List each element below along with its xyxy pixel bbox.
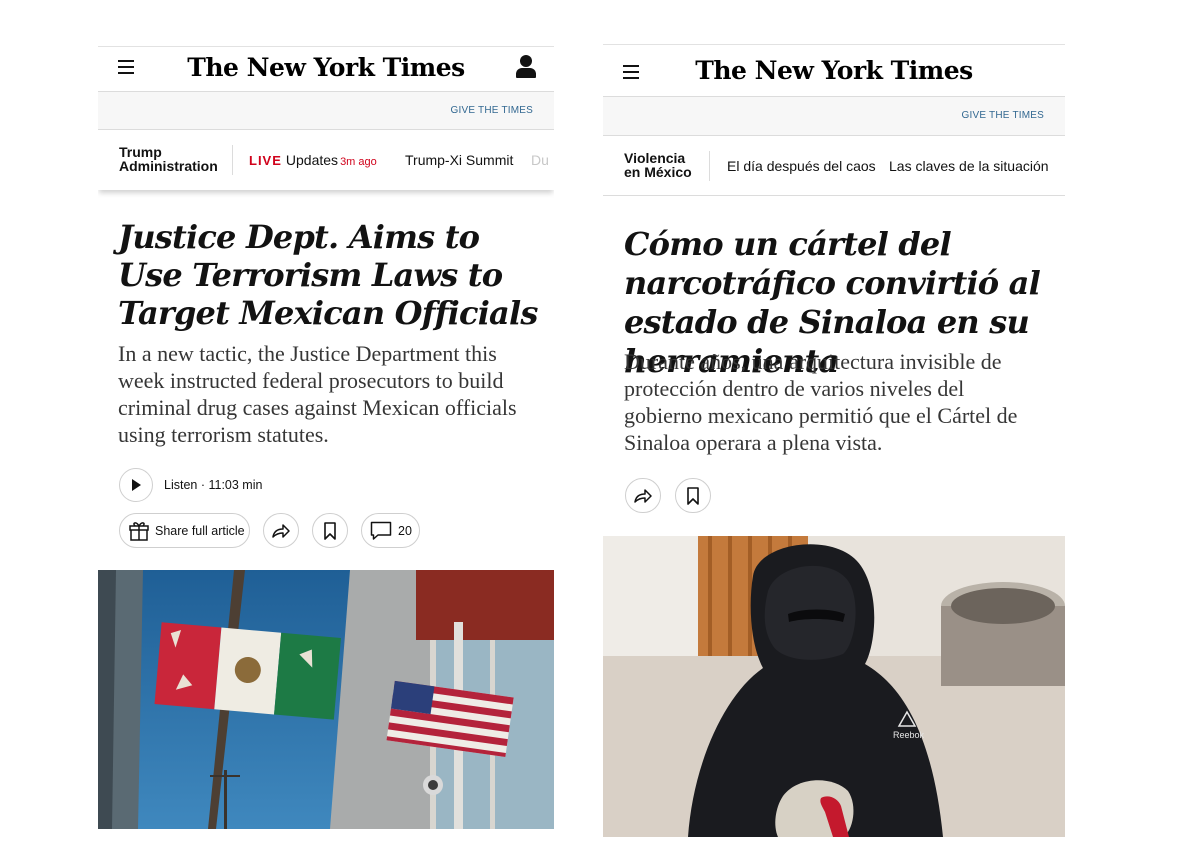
share-button[interactable] xyxy=(625,478,661,513)
bookmark-icon xyxy=(324,521,336,540)
section-label-line2: en México xyxy=(624,164,692,180)
section-label-line1: Violencia xyxy=(624,150,686,166)
nav-divider xyxy=(232,145,233,175)
nav-item-dia-despues[interactable]: El día después del caos xyxy=(727,158,876,174)
nyt-logo[interactable]: The New York Times xyxy=(98,53,554,82)
article-page-left: The New York Times GIVE THE TIMES Trump … xyxy=(98,0,554,857)
section-label[interactable]: Trump Administration xyxy=(119,145,218,173)
masthead: The New York Times xyxy=(603,44,1065,96)
share-full-article-label: Share full article xyxy=(155,523,245,538)
section-label[interactable]: Violencia en México xyxy=(624,151,692,179)
article-summary: In a new tactic, the Justice Department … xyxy=(118,341,517,447)
give-the-times-link[interactable]: GIVE THE TIMES xyxy=(451,105,533,116)
bookmark-icon xyxy=(687,486,699,505)
section-label-line1: Trump xyxy=(119,144,162,160)
share-full-article-button[interactable]: Share full article xyxy=(119,513,250,548)
article-summary: Durante años, una arquitectura invisible… xyxy=(624,349,1018,455)
share-icon xyxy=(272,523,290,538)
share-button[interactable] xyxy=(263,513,299,548)
nav-item-trump-xi-summit[interactable]: Trump-Xi Summit xyxy=(405,152,513,168)
save-button[interactable] xyxy=(312,513,348,548)
section-nav: Trump Administration LIVE Updates 3m ago T… xyxy=(98,130,554,190)
nyt-logo[interactable]: The New York Times xyxy=(603,56,1065,85)
user-icon[interactable] xyxy=(516,55,536,79)
give-bar: GIVE THE TIMES xyxy=(98,91,554,130)
nav-item-truncated[interactable]: Du xyxy=(531,152,549,168)
section-nav: Violencia en México El día después del c… xyxy=(603,136,1065,196)
play-button[interactable] xyxy=(119,468,153,502)
play-icon xyxy=(132,479,141,491)
nav-item-claves[interactable]: Las claves de la situación xyxy=(889,158,1049,174)
section-label-line2: Administration xyxy=(119,158,218,174)
article-headline: Justice Dept. Aims to Use Terrorism Laws… xyxy=(118,218,538,332)
nav-divider xyxy=(709,151,710,181)
save-button[interactable] xyxy=(675,478,711,513)
gift-icon xyxy=(129,521,149,541)
give-the-times-link[interactable]: GIVE THE TIMES xyxy=(962,110,1044,121)
masthead: The New York Times xyxy=(98,46,554,91)
live-badge: LIVE xyxy=(249,153,282,168)
give-bar: GIVE THE TIMES xyxy=(603,96,1065,136)
comments-button[interactable]: 20 xyxy=(361,513,420,548)
comments-count: 20 xyxy=(398,523,412,538)
photo-brand-text: Reebok xyxy=(893,730,925,740)
updates-label: Updates xyxy=(285,152,339,168)
nav-item-live-updates[interactable]: LIVE Updates 3m ago xyxy=(249,152,377,168)
share-icon xyxy=(634,488,652,503)
updated-ago: 3m ago xyxy=(340,156,377,168)
listen-row: Listen · 11:03 min xyxy=(119,468,262,502)
article-photo-flags xyxy=(98,570,554,829)
comment-icon xyxy=(370,521,392,540)
article-page-right: The New York Times GIVE THE TIMES Violen… xyxy=(603,0,1065,857)
listen-duration: Listen · 11:03 min xyxy=(164,478,263,492)
article-photo-masked-man: Reebok xyxy=(603,536,1065,837)
